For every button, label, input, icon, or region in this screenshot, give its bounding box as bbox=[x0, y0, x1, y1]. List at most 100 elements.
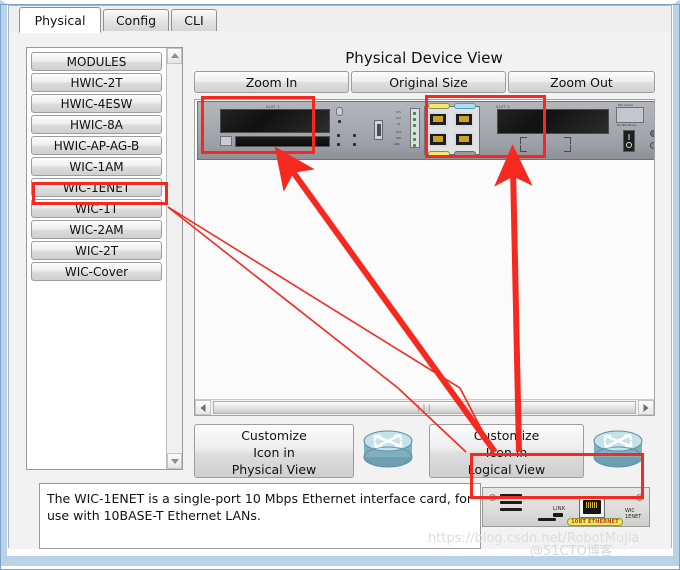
customize-logical-line2: Icon in bbox=[485, 445, 528, 460]
slot1-wic-card[interactable] bbox=[235, 136, 330, 147]
ethernet-port-1[interactable] bbox=[454, 112, 474, 127]
customize-physical-line1: Customize bbox=[241, 428, 307, 443]
ground-screw bbox=[650, 142, 654, 149]
tab-config[interactable]: Config bbox=[103, 9, 169, 32]
module-item-hwic-ap-ag-b[interactable]: HWIC-AP-AG-B bbox=[31, 136, 162, 155]
tab-physical[interactable]: Physical bbox=[19, 7, 101, 33]
zoom-button-bar: Zoom In Original Size Zoom Out bbox=[194, 71, 655, 93]
led-label-fdx: FDX bbox=[396, 131, 402, 134]
hscroll-right-button[interactable] bbox=[638, 400, 654, 415]
module-item-wic-cover[interactable]: WIC-Cover bbox=[31, 262, 162, 281]
led-label-spd: SPD bbox=[396, 137, 402, 140]
ethernet-port-0[interactable] bbox=[428, 112, 448, 127]
slot0-blank-panel[interactable] bbox=[497, 109, 609, 134]
led-label-sys: SYS bbox=[396, 111, 401, 114]
card-vent-6 bbox=[611, 496, 627, 499]
card-vent-5 bbox=[538, 518, 556, 521]
led-cf bbox=[413, 124, 416, 127]
zoom-in-button[interactable]: Zoom In bbox=[194, 71, 349, 93]
router-chassis-image[interactable]: SLOT 1 SYS ACT CF FDX SPD LINK SLOT 0 Fa… bbox=[197, 101, 654, 160]
module-description-text: The WIC-1ENET is a single-port 10 Mbps E… bbox=[47, 491, 472, 523]
fan-warning-label: Do Not Block bbox=[617, 123, 637, 127]
ethernet-port-2[interactable] bbox=[428, 132, 448, 147]
grip-icon: ||| bbox=[416, 403, 433, 412]
slot1-led-c bbox=[353, 134, 356, 137]
router-icon-logical bbox=[593, 430, 643, 468]
led-label-act: ACT bbox=[396, 117, 402, 120]
triangle-up-icon bbox=[170, 53, 179, 58]
card-vent-2 bbox=[500, 501, 522, 504]
module-item-wic-1enet[interactable]: WIC-1ENET bbox=[31, 178, 162, 197]
power-switch[interactable] bbox=[623, 130, 635, 152]
card-name-label: WIC 1ENET bbox=[625, 508, 642, 520]
chassis-lock-icon bbox=[338, 120, 341, 123]
module-list-panel: MODULES HWIC-2T HWIC-4ESW HWIC-8A HWIC-A… bbox=[26, 47, 183, 470]
card-vent-4 bbox=[538, 496, 556, 499]
original-size-button[interactable]: Original Size bbox=[351, 71, 506, 93]
led-fdx bbox=[413, 132, 416, 135]
slot0-bracket-tr bbox=[564, 137, 571, 144]
module-item-wic-2t[interactable]: WIC-2T bbox=[31, 241, 162, 260]
link-led bbox=[553, 513, 563, 517]
led-label-cf: CF bbox=[397, 123, 401, 126]
device-view-canvas[interactable]: SLOT 1 SYS ACT CF FDX SPD LINK SLOT 0 Fa… bbox=[194, 99, 655, 416]
customize-physical-line2: Icon in bbox=[253, 445, 295, 460]
hscroll-left-button[interactable] bbox=[195, 400, 211, 415]
slot0-bracket-br bbox=[564, 145, 571, 152]
physical-tab-content: MODULES HWIC-2T HWIC-4ESW HWIC-8A HWIC-A… bbox=[9, 31, 671, 549]
customize-physical-line3: Physical View bbox=[231, 462, 317, 477]
card-vent-3 bbox=[500, 508, 522, 511]
module-item-wic-1t[interactable]: WIC-1T bbox=[31, 199, 162, 218]
router-icon-physical bbox=[363, 430, 413, 468]
customize-icon-physical-view-button[interactable]: Customize Icon in Physical View bbox=[194, 424, 354, 478]
tab-bar: Physical Config CLI bbox=[9, 6, 671, 33]
slot1-led-a bbox=[337, 134, 340, 137]
triangle-left-icon bbox=[200, 403, 206, 412]
zoom-out-button[interactable]: Zoom Out bbox=[508, 71, 655, 93]
ethernet-port-3[interactable] bbox=[454, 132, 474, 147]
scroll-down-button[interactable] bbox=[167, 453, 182, 469]
customize-icon-logical-view-button[interactable]: Customize Icon in Logical View bbox=[429, 424, 584, 478]
slot1-led-b bbox=[337, 143, 340, 146]
router-chassis-area: SLOT 1 SYS ACT CF FDX SPD LINK SLOT 0 Fa… bbox=[195, 100, 654, 398]
slot1-eject-button[interactable] bbox=[220, 136, 232, 146]
slot0-bracket-bl bbox=[520, 145, 527, 152]
port-tag-fe01 bbox=[454, 151, 476, 157]
wic-1enet-card-image[interactable]: LINK 10BT ETHERNET WIC 1ENET bbox=[482, 487, 650, 527]
led-sys bbox=[413, 112, 416, 115]
hscroll-thumb[interactable]: ||| bbox=[213, 401, 636, 414]
fan-cover bbox=[616, 107, 644, 123]
module-list: MODULES HWIC-2T HWIC-4ESW HWIC-8A HWIC-A… bbox=[27, 48, 166, 469]
card-screw-right bbox=[636, 494, 643, 501]
module-item-hwic-2t[interactable]: HWIC-2T bbox=[31, 73, 162, 92]
module-item-wic-1am[interactable]: WIC-1AM bbox=[31, 157, 162, 176]
usb-port bbox=[374, 120, 383, 140]
card-screw-left bbox=[489, 494, 496, 501]
triangle-down-icon bbox=[170, 459, 179, 464]
module-item-modules[interactable]: MODULES bbox=[31, 52, 162, 71]
module-item-wic-2am[interactable]: WIC-2AM bbox=[31, 220, 162, 239]
tab-cli[interactable]: CLI bbox=[171, 9, 217, 32]
slot1-blank-panel bbox=[220, 109, 330, 133]
device-view-hscrollbar[interactable]: ||| bbox=[195, 399, 654, 415]
customize-logical-line3: Logical View bbox=[467, 462, 546, 477]
link-led-label: LINK bbox=[553, 506, 566, 512]
module-item-hwic-4esw[interactable]: HWIC-4ESW bbox=[31, 94, 162, 113]
ethernet-type-label: 10BT ETHERNET bbox=[567, 518, 623, 526]
led-spd bbox=[413, 138, 416, 141]
slot1-led-d bbox=[353, 143, 356, 146]
packet-tracer-device-window: Physical Config CLI MODULES HWIC-2T HWIC… bbox=[0, 0, 680, 570]
module-list-scrollbar[interactable] bbox=[166, 48, 182, 469]
led-link bbox=[413, 144, 416, 147]
fan-cover-label: Fan Cover bbox=[618, 103, 633, 107]
led-label-link: LINK bbox=[394, 143, 400, 146]
slot0-bracket-tl bbox=[520, 137, 527, 144]
rj45-port[interactable] bbox=[579, 496, 605, 518]
module-item-hwic-8a[interactable]: HWIC-8A bbox=[31, 115, 162, 134]
customize-logical-line1: Customize bbox=[473, 428, 540, 443]
power-knob bbox=[650, 130, 654, 137]
scroll-up-button[interactable] bbox=[167, 48, 182, 64]
port-tag-fe00 bbox=[428, 151, 450, 157]
module-description-panel: The WIC-1ENET is a single-port 10 Mbps E… bbox=[39, 483, 481, 549]
chassis-latch bbox=[336, 107, 343, 116]
